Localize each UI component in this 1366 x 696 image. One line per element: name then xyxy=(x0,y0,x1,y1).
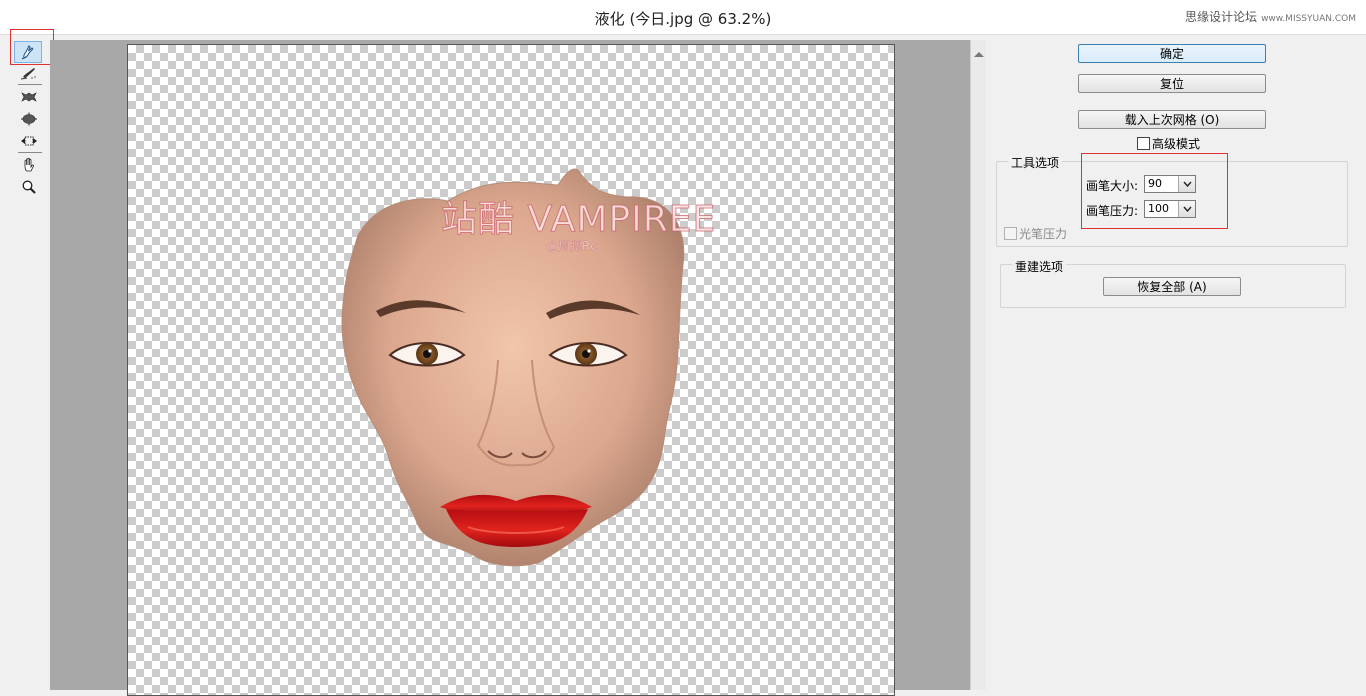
stylus-pressure-option: 光笔压力 xyxy=(1004,225,1067,242)
tool-options-title: 工具选项 xyxy=(1008,154,1063,171)
document-canvas[interactable]: 站酷 VAMPIREE @周腮Rc xyxy=(127,44,895,696)
window-title: 液化 (今日.jpg @ 63.2%) xyxy=(594,10,772,28)
site-watermark: 思缘设计论坛 www.MISSYUAN.COM xyxy=(1185,8,1356,25)
load-last-mesh-button[interactable]: 载入上次网格 (O) xyxy=(1078,110,1266,129)
brush-icon xyxy=(20,68,36,80)
zoom-tool[interactable] xyxy=(12,177,46,197)
ok-button[interactable]: 确定 xyxy=(1078,44,1266,63)
pucker-icon xyxy=(21,92,37,102)
advanced-mode-option[interactable]: 高级模式 xyxy=(1137,135,1200,152)
preview-area[interactable]: 站酷 VAMPIREE @周腮Rc xyxy=(50,40,970,696)
vertical-scrollbar[interactable] xyxy=(970,40,987,690)
reconstruct-tool[interactable] xyxy=(12,63,46,83)
image-credit: @周腮Rc xyxy=(546,239,597,253)
hand-tool[interactable] xyxy=(12,155,46,175)
hand-icon xyxy=(24,157,34,172)
pucker-tool[interactable] xyxy=(12,87,46,107)
image-watermark: 站酷 VAMPIREE xyxy=(440,199,717,241)
tool-bar xyxy=(8,36,48,690)
reconstruct-options-title: 重建选项 xyxy=(1012,258,1067,275)
advanced-mode-checkbox[interactable] xyxy=(1137,137,1150,150)
push-left-tool[interactable] xyxy=(12,131,46,151)
scroll-up-arrow-icon[interactable] xyxy=(974,52,984,57)
zoom-icon xyxy=(22,180,36,194)
watermark-url: www.MISSYUAN.COM xyxy=(1261,14,1356,24)
restore-all-button[interactable]: 恢复全部 (A) xyxy=(1103,277,1241,296)
bloat-icon xyxy=(21,112,37,126)
stylus-pressure-label: 光笔压力 xyxy=(1019,227,1068,241)
stylus-pressure-checkbox xyxy=(1004,227,1017,240)
bloat-tool[interactable] xyxy=(12,109,46,129)
advanced-mode-label: 高级模式 xyxy=(1152,137,1201,151)
toolbar-divider xyxy=(18,152,42,153)
watermark-text: 思缘设计论坛 xyxy=(1185,10,1258,24)
toolbar-divider xyxy=(18,84,42,85)
brush-settings-highlight-box xyxy=(1081,153,1228,229)
title-bar: 液化 (今日.jpg @ 63.2%) 思缘设计论坛 www.MISSYUAN.C… xyxy=(0,0,1366,35)
reset-button[interactable]: 复位 xyxy=(1078,74,1266,93)
tool-highlight-box xyxy=(10,29,54,65)
options-panel: 确定 复位 载入上次网格 (O) 高级模式 工具选项 画笔大小: 90 画笔压力… xyxy=(986,40,1366,690)
push-left-icon xyxy=(21,136,37,146)
